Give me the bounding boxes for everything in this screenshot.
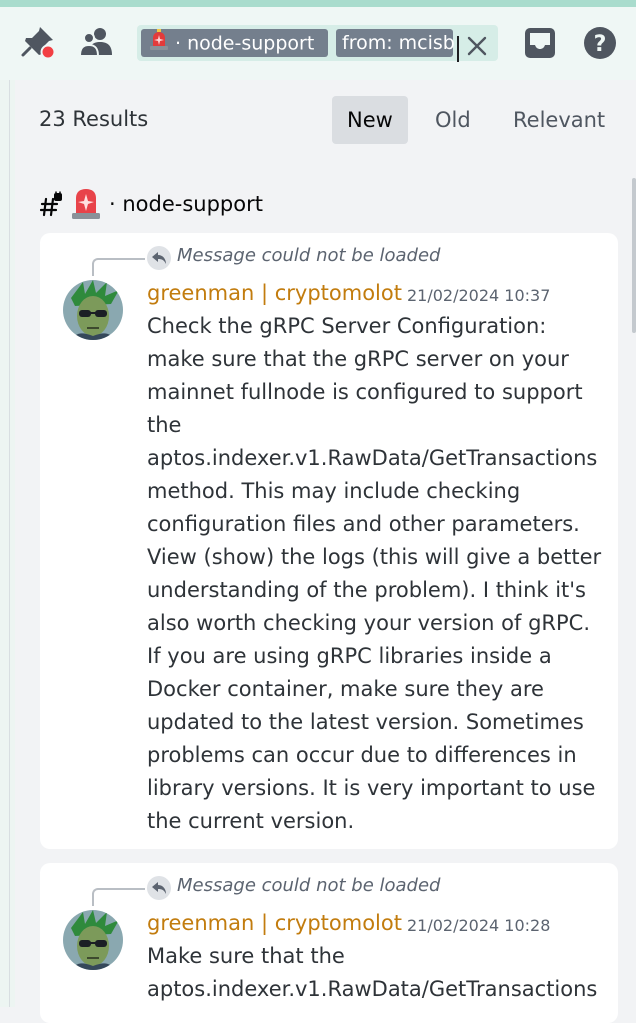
search-input[interactable]: · node-support from: mcisb <box>137 25 498 61</box>
result-channel-name: · node-support <box>109 192 263 216</box>
help-button[interactable]: ? <box>580 23 620 63</box>
members-icon <box>79 28 112 57</box>
avatar[interactable] <box>63 910 123 970</box>
message-content: Check the gRPC Server Configuration: mak… <box>147 310 602 838</box>
results-scrollbar[interactable] <box>632 178 636 333</box>
message-content: Make sure that the aptos.indexer.v1.RawD… <box>147 940 597 1006</box>
window-accent-bar <box>0 0 636 7</box>
inbox-button[interactable] <box>520 23 560 63</box>
member-list-button[interactable] <box>76 22 116 62</box>
message-line: View (show) the logs (this will give a b… <box>147 545 602 569</box>
pinned-messages-button[interactable] <box>18 22 58 62</box>
result-channel-header[interactable]: · node-support <box>40 186 263 222</box>
reply-connector <box>92 258 145 276</box>
search-result-card[interactable]: Message could not be loaded greenman | c… <box>40 233 618 849</box>
clear-search-button[interactable] <box>463 32 491 60</box>
message-line: make sure that the gRPC server on your <box>147 347 569 371</box>
message-line: understanding of the problem). I think i… <box>147 578 587 602</box>
reply-arrow-icon <box>152 882 166 894</box>
search-results-header: 23 Results New Old Relevant <box>15 80 636 163</box>
message-timestamp: 21/02/2024 10:28 <box>407 916 551 935</box>
pin-icon <box>21 27 56 60</box>
message-line: Check the gRPC Server Configuration: <box>147 314 547 338</box>
sort-relevant-tab[interactable]: Relevant <box>498 96 620 144</box>
message-line: If you are using gRPC libraries inside a <box>147 644 552 668</box>
sort-old-tab[interactable]: Old <box>420 96 486 144</box>
toolbar: · node-support from: mcisb ? <box>0 7 636 80</box>
search-chip-channel-label: · node-support <box>175 32 315 55</box>
reply-indicator <box>147 246 171 270</box>
search-result-card[interactable]: Message could not be loaded greenman | c… <box>40 863 618 1023</box>
reply-arrow-icon <box>152 252 166 264</box>
message-line: the <box>147 413 182 437</box>
search-chip-channel[interactable]: · node-support <box>141 29 328 57</box>
message-line: configuration files and other parameters… <box>147 512 580 536</box>
siren-icon <box>147 29 171 59</box>
avatar[interactable] <box>63 280 123 340</box>
message-line: mainnet fullnode is configured to suppor… <box>147 380 583 404</box>
message-timestamp: 21/02/2024 10:37 <box>407 286 551 305</box>
text-cursor <box>457 36 459 62</box>
message-line: aptos.indexer.v1.RawData/GetTransactions <box>147 446 598 470</box>
svg-text:?: ? <box>594 32 607 57</box>
reply-unavailable-text: Message could not be loaded <box>177 875 441 896</box>
message-line: method. This may include checking <box>147 479 521 503</box>
message-line: Docker container, make sure they are <box>147 677 544 701</box>
sort-new-tab[interactable]: New <box>332 96 408 144</box>
message-author[interactable]: greenman | cryptomolot <box>147 911 402 935</box>
reply-unavailable-text: Message could not be loaded <box>177 245 441 266</box>
message-line: the current version. <box>147 809 355 833</box>
results-count: 23 Results <box>39 107 149 131</box>
message-line: problems can occur due to differences in <box>147 743 577 767</box>
search-chip-from[interactable]: from: mcisb <box>336 29 455 57</box>
search-chip-from-label: from: mcisb <box>342 32 455 54</box>
inbox-icon <box>525 28 555 58</box>
message-author[interactable]: greenman | cryptomolot <box>147 281 402 305</box>
siren-icon <box>69 187 103 221</box>
channel-hash-icon <box>40 191 62 217</box>
message-line: updated to the latest version. Sometimes <box>147 710 584 734</box>
message-line: aptos.indexer.v1.RawData/GetTransactions <box>147 977 598 1001</box>
chat-pane-edge <box>0 80 15 1007</box>
reply-connector <box>92 888 145 906</box>
message-line: library versions. It is very important t… <box>147 776 596 800</box>
help-icon: ? <box>584 27 616 59</box>
close-icon <box>467 36 487 56</box>
message-line: also worth checking your version of gRPC… <box>147 611 590 635</box>
reply-indicator <box>147 876 171 900</box>
message-line: Make sure that the <box>147 944 345 968</box>
